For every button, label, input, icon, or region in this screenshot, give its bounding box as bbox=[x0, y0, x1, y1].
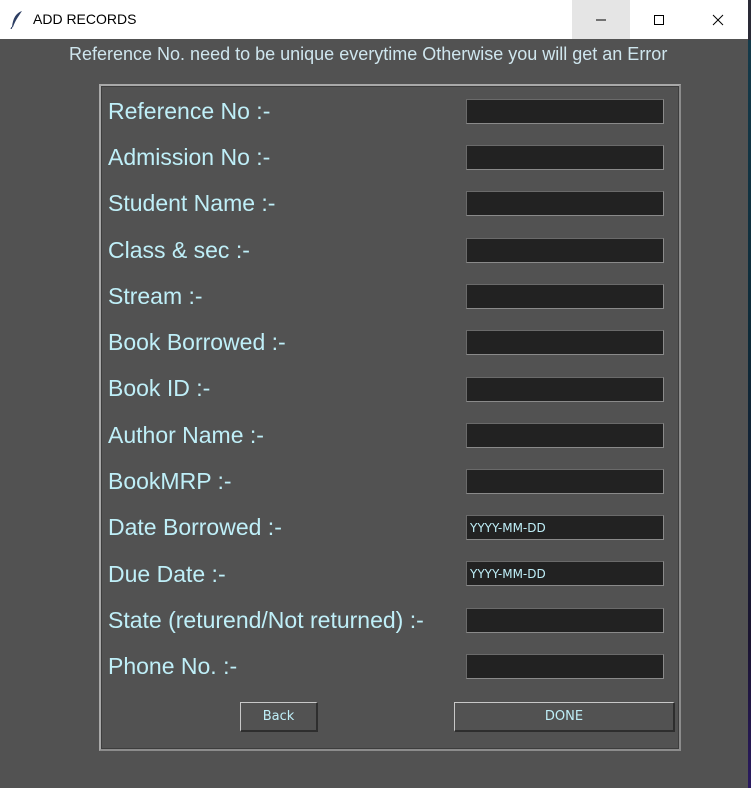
state-label: State (returend/Not returned) :- bbox=[108, 607, 424, 633]
title-bar[interactable]: ADD RECORDS bbox=[0, 0, 748, 39]
close-icon bbox=[712, 14, 724, 25]
maximize-button[interactable] bbox=[630, 0, 688, 39]
form-frame bbox=[99, 84, 681, 751]
minimize-icon bbox=[596, 19, 606, 20]
reference-no-label: Reference No :- bbox=[108, 98, 271, 124]
class-sec-input[interactable] bbox=[466, 238, 664, 263]
done-button[interactable]: DONE bbox=[454, 702, 675, 732]
phone-no-input[interactable] bbox=[466, 654, 664, 679]
admission-no-input[interactable] bbox=[466, 145, 664, 170]
reference-no-input[interactable] bbox=[466, 99, 664, 124]
window-title: ADD RECORDS bbox=[33, 11, 137, 27]
maximize-icon bbox=[654, 14, 664, 25]
due-date-label: Due Date :- bbox=[108, 561, 226, 587]
uniqueness-notice: Reference No. need to be unique everytim… bbox=[69, 44, 668, 64]
state-input[interactable] bbox=[466, 608, 664, 633]
date-borrowed-label: Date Borrowed :- bbox=[108, 514, 282, 540]
student-name-label: Student Name :- bbox=[108, 190, 276, 216]
stream-input[interactable] bbox=[466, 284, 664, 309]
back-button[interactable]: Back bbox=[240, 702, 318, 732]
book-mrp-label: BookMRP :- bbox=[108, 468, 232, 494]
book-borrowed-label: Book Borrowed :- bbox=[108, 329, 286, 355]
stream-label: Stream :- bbox=[108, 283, 203, 309]
class-sec-label: Class & sec :- bbox=[108, 237, 250, 263]
phone-no-label: Phone No. :- bbox=[108, 653, 238, 679]
book-mrp-input[interactable] bbox=[466, 469, 664, 494]
author-name-label: Author Name :- bbox=[108, 422, 264, 448]
book-id-label: Book ID :- bbox=[108, 375, 211, 401]
minimize-button[interactable] bbox=[572, 0, 630, 39]
student-name-input[interactable] bbox=[466, 191, 664, 216]
due-date-input[interactable] bbox=[466, 561, 664, 586]
book-id-input[interactable] bbox=[466, 377, 664, 402]
book-borrowed-input[interactable] bbox=[466, 330, 664, 355]
date-borrowed-input[interactable] bbox=[466, 515, 664, 540]
feather-icon bbox=[10, 11, 22, 29]
admission-no-label: Admission No :- bbox=[108, 144, 271, 170]
author-name-input[interactable] bbox=[466, 423, 664, 448]
add-records-window: ADD RECORDS Reference No. need to be uni… bbox=[0, 0, 748, 788]
close-button[interactable] bbox=[689, 0, 747, 39]
